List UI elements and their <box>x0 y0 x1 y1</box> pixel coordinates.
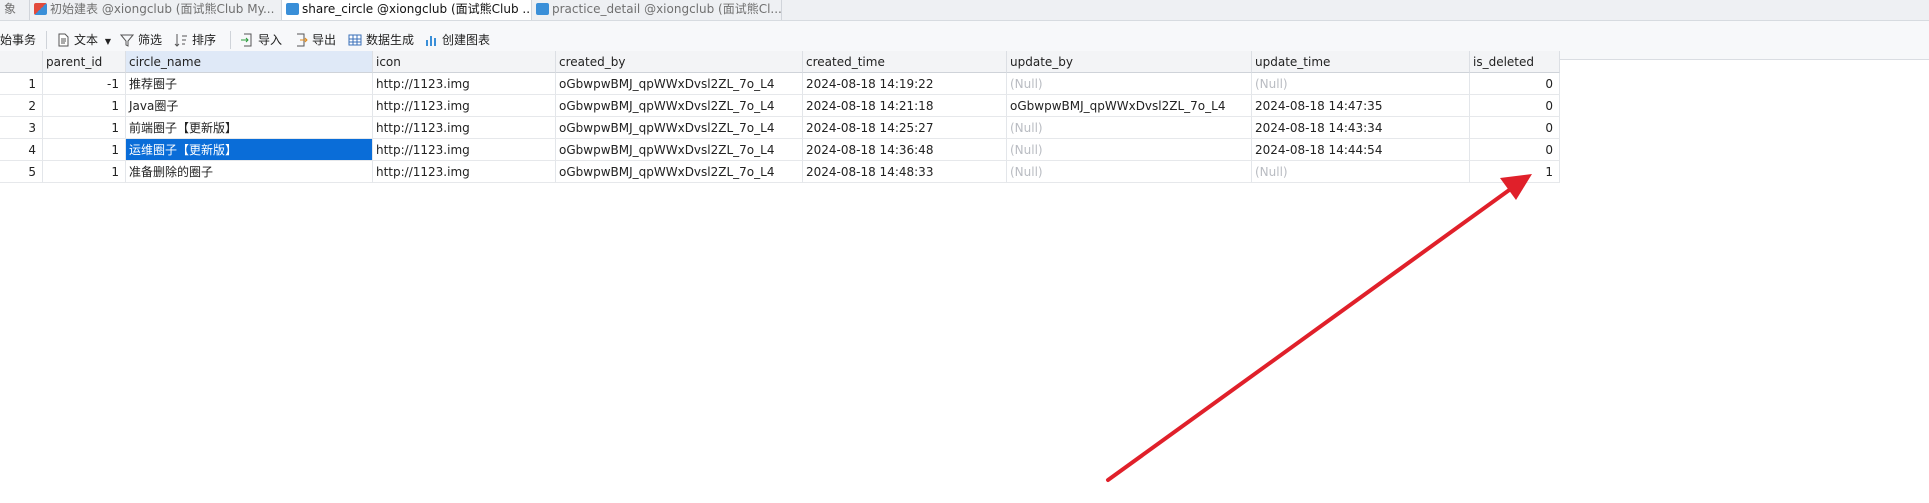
red-arrow-icon <box>1106 174 1532 482</box>
annotation-arrow-overlay <box>1106 174 1532 482</box>
